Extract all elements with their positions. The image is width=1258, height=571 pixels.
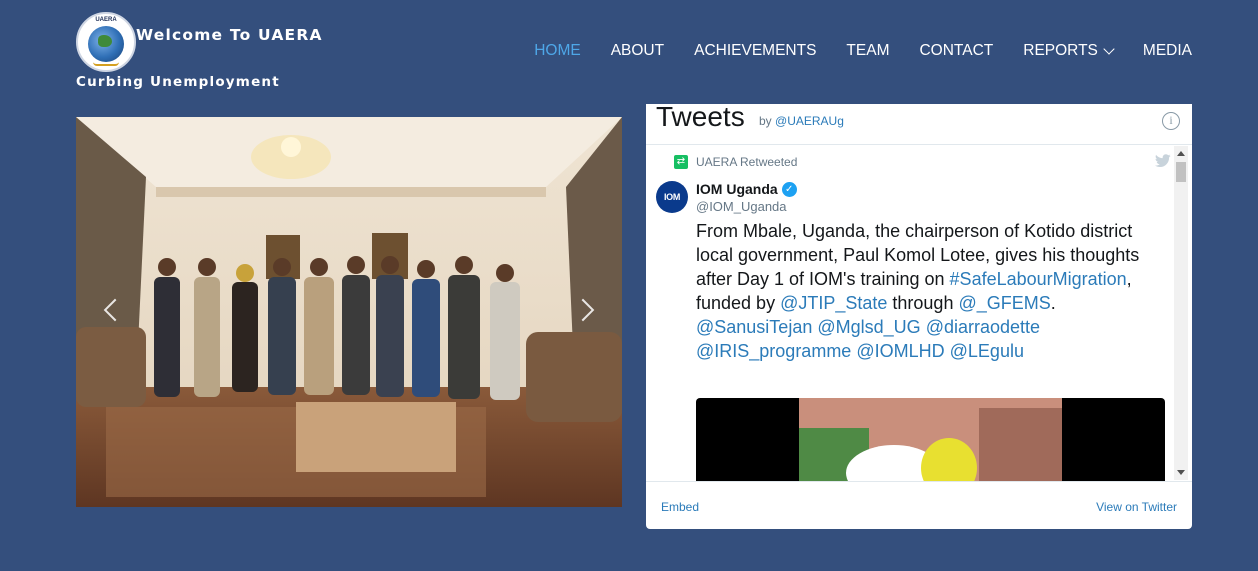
twitter-by-handle[interactable]: @UAERAUg	[775, 114, 844, 128]
retweet-label: UAERA Retweeted	[696, 155, 798, 169]
uaera-logo[interactable]: UAERA	[76, 12, 136, 72]
author-name[interactable]: IOM Uganda ✓	[696, 181, 797, 197]
chevron-left-icon	[103, 298, 127, 322]
mention-link[interactable]: @LEgulu	[950, 341, 1024, 361]
mention-link[interactable]: @JTIP_State	[780, 293, 887, 313]
retweet-indicator: ⇄ UAERA Retweeted	[674, 155, 797, 169]
view-on-twitter-link[interactable]: View on Twitter	[1096, 500, 1177, 514]
author-name-text: IOM Uganda	[696, 181, 778, 197]
tweet-text: From Mbale, Uganda, the chairperson of K…	[696, 219, 1156, 363]
retweet-icon: ⇄	[674, 155, 688, 169]
globe-icon	[88, 26, 124, 62]
info-icon[interactable]: i	[1162, 112, 1180, 130]
nav-team[interactable]: TEAM	[846, 42, 889, 60]
tweet-text-part: .	[1050, 293, 1056, 313]
site-tagline: Curbing Unemployment	[76, 74, 280, 90]
nav-reports[interactable]: REPORTS	[1023, 42, 1115, 60]
group-photo	[76, 117, 622, 507]
twitter-by-prefix: by	[759, 114, 772, 128]
tweet-text-part: through	[887, 293, 959, 313]
photo-carousel	[76, 117, 622, 507]
author-avatar[interactable]: IOM	[656, 181, 688, 213]
twitter-footer: Embed View on Twitter	[646, 481, 1192, 529]
mention-link[interactable]: @SanusiTejan	[696, 317, 812, 337]
hashtag-link[interactable]: #SafeLabourMigration	[950, 269, 1127, 289]
nav-media[interactable]: MEDIA	[1143, 42, 1192, 60]
nav-achievements[interactable]: ACHIEVEMENTS	[694, 42, 816, 60]
mention-link[interactable]: @Mglsd_UG	[817, 317, 920, 337]
tweet-list-scrollbar[interactable]	[1174, 146, 1188, 480]
carousel-next-button[interactable]	[568, 295, 598, 325]
mention-link[interactable]: @diarraodette	[926, 317, 1040, 337]
mention-link[interactable]: @IOMLHD	[856, 341, 944, 361]
twitter-header: Tweets by @UAERAUg i	[656, 104, 1182, 144]
embed-link[interactable]: Embed	[661, 500, 699, 514]
welcome-heading: Welcome To UAERA	[136, 26, 323, 44]
nav-reports-label: REPORTS	[1023, 42, 1098, 59]
tweet-media[interactable]	[696, 398, 1165, 481]
nav-contact[interactable]: CONTACT	[919, 42, 993, 60]
twitter-title: Tweets	[656, 104, 745, 132]
logo-text: UAERA	[95, 17, 117, 23]
mention-link[interactable]: @IRIS_programme	[696, 341, 851, 361]
twitter-by: by @UAERAUg	[759, 114, 844, 128]
nav-about[interactable]: ABOUT	[611, 42, 664, 60]
nav-home[interactable]: HOME	[534, 42, 581, 60]
author-handle[interactable]: @IOM_Uganda	[696, 199, 787, 214]
twitter-bird-icon[interactable]	[1154, 154, 1172, 168]
carousel-prev-button[interactable]	[100, 295, 130, 325]
mention-link[interactable]: @_GFEMS	[958, 293, 1050, 313]
main-nav: HOME ABOUT ACHIEVEMENTS TEAM CONTACT REP…	[534, 42, 1192, 60]
tweet-list: ⇄ UAERA Retweeted IOM IOM Uganda ✓ @IOM_…	[646, 145, 1176, 481]
verified-badge-icon: ✓	[781, 181, 797, 197]
twitter-timeline: Tweets by @UAERAUg i ⇄ UAERA Retweeted I…	[646, 104, 1192, 529]
chevron-down-icon	[1103, 42, 1115, 55]
chevron-right-icon	[571, 298, 595, 322]
